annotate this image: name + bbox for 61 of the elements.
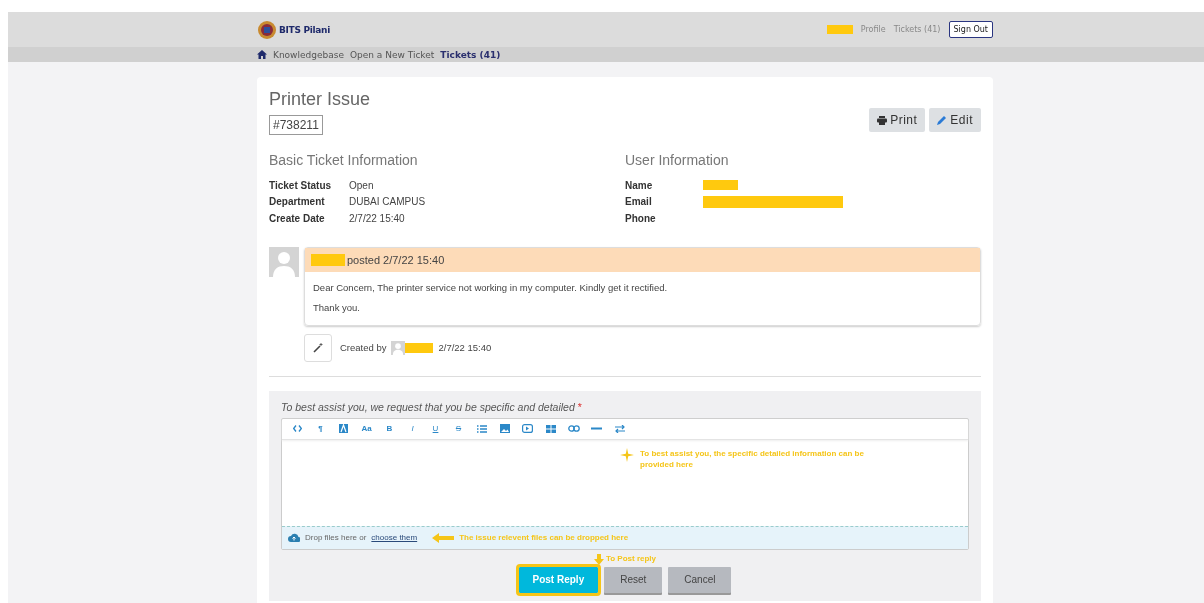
post-header: posted 2/7/22 15:40 [347,253,445,266]
print-button[interactable]: Print [869,108,926,132]
link-icon [567,425,580,432]
image-icon [499,424,510,433]
toolbar-glyph-button[interactable]: ¶ [309,419,332,438]
nav-link[interactable]: Open a New Ticket [349,49,435,60]
annotation-text: To best assist you, the specific detailed information can be provided here [640,447,865,471]
field-value: 2/7/22 15:40 [349,212,405,224]
drop-hint: Drop files here or [305,533,367,542]
nav-link[interactable]: Knowledgebase [273,49,344,60]
field-label: Email [625,196,653,208]
toolbar-glyph-button[interactable]: Aa [355,419,378,438]
ticket-title: Printer Issue [269,89,371,110]
field-value: Open [349,179,374,191]
event-label: Created by [340,342,387,353]
annotation-text: To Post reply [605,553,657,565]
text-color-icon [339,424,348,433]
field-value: DUBAI CAMPUS [349,196,426,208]
arrow-down-icon [593,553,604,565]
table-icon [545,424,556,433]
swap-arrows-icon [614,424,625,433]
sparkle-icon [620,447,634,462]
section-heading: User Information [625,152,730,168]
arrow-left-icon [432,532,455,543]
event-time: 2/7/22 15:40 [438,342,492,353]
ticket-number: #738211 [269,115,323,135]
pencil-icon [937,115,948,125]
field-label: Department [269,196,326,208]
reply-label: To best assist you, we request that you be specific and detailed * [281,400,583,413]
toolbar-underline-button[interactable]: U [424,419,447,438]
field-label: Phone [625,212,657,224]
list-icon [476,424,487,433]
choose-files-link[interactable]: choose them [371,533,418,542]
crest-logo-icon [257,19,277,40]
video-icon [522,424,533,433]
sign-out-button[interactable]: Sign Out [948,21,993,38]
form-button[interactable]: Cancel [668,566,732,593]
header-link[interactable]: Profile [860,25,886,34]
post-text: Thank you. [313,301,361,313]
toolbar-strike-button[interactable]: S [447,419,470,438]
field-label: Name [625,179,654,191]
cloud-upload-icon [288,533,300,542]
annotation-text: The issue relevent files can be dropped here [459,531,629,544]
avatar-icon [269,246,299,277]
printer-icon [877,115,888,125]
toolbar-glyph-button[interactable]: B [378,419,401,438]
horizontal-rule-icon [591,427,602,430]
edit-button[interactable]: Edit [929,108,981,132]
nav-link[interactable]: Tickets (41) [440,49,501,60]
wand-icon [313,342,323,353]
avatar-icon [391,340,406,355]
code-icon [293,425,302,432]
logo-text[interactable]: BITS Pilani [279,24,330,35]
toolbar-italic-button[interactable]: I [401,419,424,438]
field-label: Create Date [269,212,326,224]
header-link[interactable]: Tickets (41) [893,25,941,34]
section-heading: Basic Ticket Information [269,152,419,168]
home-icon[interactable] [257,50,267,59]
field-label: Ticket Status [269,179,333,191]
post-text: Dear Concern, The printer service not working in my computer. Kindly get it rectified. [313,281,669,293]
form-button[interactable]: Reset [604,566,663,593]
